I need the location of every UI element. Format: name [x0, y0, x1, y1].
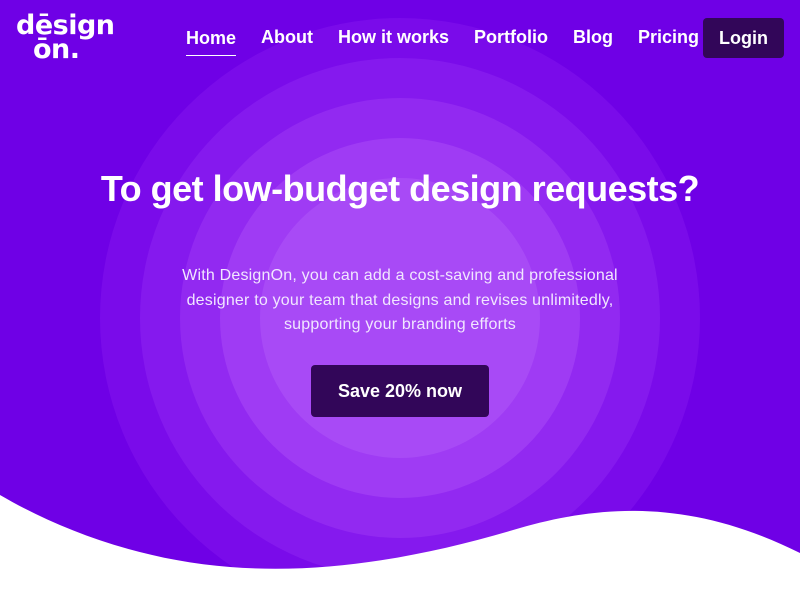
login-button[interactable]: Login — [703, 18, 784, 58]
nav-item-portfolio[interactable]: Portfolio — [474, 27, 548, 56]
hero-subtitle: With DesignOn, you can add a cost-saving… — [182, 267, 618, 333]
nav-item-home[interactable]: Home — [186, 28, 237, 56]
hero-title: To get low-budget design requests? — [100, 168, 700, 209]
nav-item-blog[interactable]: Blog — [573, 27, 613, 56]
brand-logo[interactable]: dēsign ōn. — [16, 12, 115, 63]
main-nav: Home About How it works Portfolio Blog P… — [186, 27, 724, 56]
save-now-button[interactable]: Save 20% now — [311, 365, 489, 417]
nav-item-how-it-works[interactable]: How it works — [338, 27, 449, 56]
landing-page: dēsign ōn. Home About How it works Portf… — [0, 0, 800, 600]
nav-item-about[interactable]: About — [261, 27, 313, 56]
nav-item-pricing[interactable]: Pricing — [638, 27, 699, 56]
